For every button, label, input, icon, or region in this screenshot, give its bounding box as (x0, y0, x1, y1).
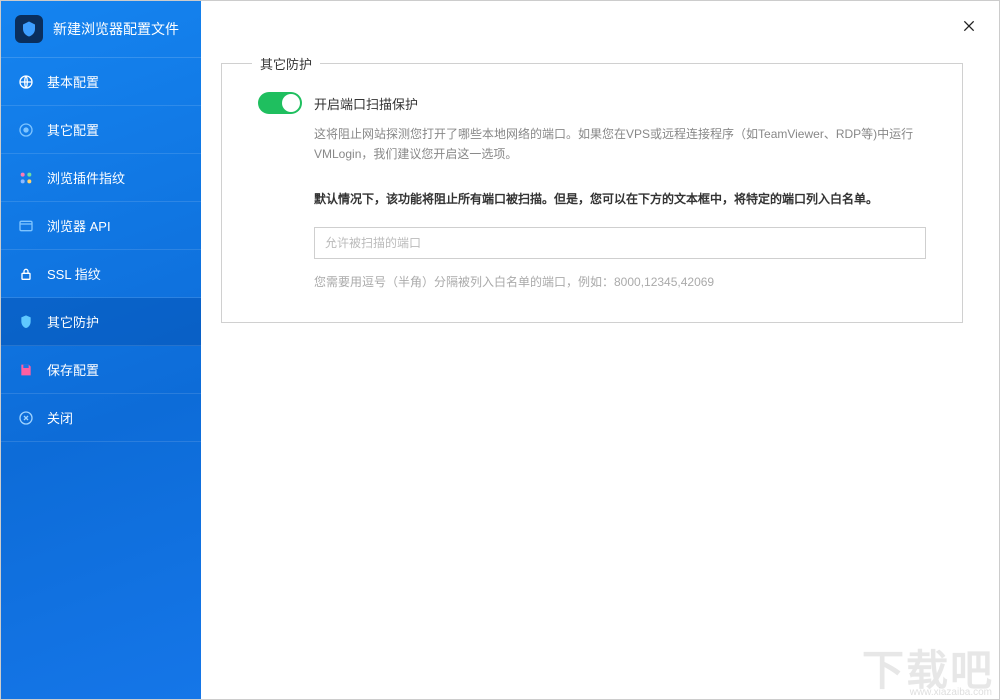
sidebar-item-label: SSL 指纹 (47, 264, 101, 283)
fieldset-legend: 其它防护 (252, 54, 320, 73)
sidebar-item-label: 浏览器 API (47, 216, 111, 235)
content-area: 其它防护 开启端口扫描保护 这将阻止网站探测您打开了哪些本地网络的端口。如果您在… (201, 53, 999, 699)
globe-icon (17, 73, 35, 91)
sidebar-item-label: 浏览插件指纹 (47, 168, 125, 187)
sidebar-item-other-config[interactable]: 其它配置 (1, 106, 201, 154)
sidebar-item-browser-api[interactable]: 浏览器 API (1, 202, 201, 250)
port-scan-toggle-row: 开启端口扫描保护 (258, 92, 926, 114)
sidebar-item-plugin-fingerprint[interactable]: 浏览插件指纹 (1, 154, 201, 202)
sidebar-item-label: 其它配置 (47, 120, 99, 139)
browser-icon (17, 121, 35, 139)
sidebar-item-label: 关闭 (47, 408, 73, 427)
whitelist-note: 默认情况下，该功能将阻止所有端口被扫描。但是，您可以在下方的文本框中，将特定的端… (314, 189, 926, 209)
sidebar-item-ssl-fingerprint[interactable]: SSL 指纹 (1, 250, 201, 298)
toggle-description: 这将阻止网站探测您打开了哪些本地网络的端口。如果您在VPS或远程连接程序（如Te… (314, 124, 926, 165)
api-icon (17, 217, 35, 235)
sidebar: 新建浏览器配置文件 基本配置 其它配置 浏览插件指纹 浏览器 API (1, 1, 201, 699)
sidebar-item-label: 基本配置 (47, 72, 99, 91)
toggle-label: 开启端口扫描保护 (314, 94, 418, 113)
close-button[interactable] (955, 13, 983, 41)
toggle-knob-icon (282, 94, 300, 112)
close-circle-icon (17, 409, 35, 427)
close-icon (961, 14, 977, 40)
sidebar-item-label: 其它防护 (47, 312, 99, 331)
app-logo-icon (15, 15, 43, 43)
protection-fieldset: 其它防护 开启端口扫描保护 这将阻止网站探测您打开了哪些本地网络的端口。如果您在… (221, 63, 963, 323)
sidebar-item-basic-config[interactable]: 基本配置 (1, 58, 201, 106)
window-title: 新建浏览器配置文件 (53, 19, 179, 39)
sidebar-item-close[interactable]: 关闭 (1, 394, 201, 442)
lock-icon (17, 265, 35, 283)
sidebar-item-label: 保存配置 (47, 360, 99, 379)
topbar (201, 1, 999, 53)
allowed-ports-input[interactable] (314, 227, 926, 259)
main-panel: 其它防护 开启端口扫描保护 这将阻止网站探测您打开了哪些本地网络的端口。如果您在… (201, 1, 999, 699)
sidebar-header: 新建浏览器配置文件 (1, 1, 201, 58)
sidebar-item-other-protection[interactable]: 其它防护 (1, 298, 201, 346)
sidebar-item-save-config[interactable]: 保存配置 (1, 346, 201, 394)
shield-icon (17, 313, 35, 331)
port-scan-toggle[interactable] (258, 92, 302, 114)
puzzle-icon (17, 169, 35, 187)
save-icon (17, 361, 35, 379)
ports-hint: 您需要用逗号（半角）分隔被列入白名单的端口，例如：8000,12345,4206… (314, 273, 926, 290)
